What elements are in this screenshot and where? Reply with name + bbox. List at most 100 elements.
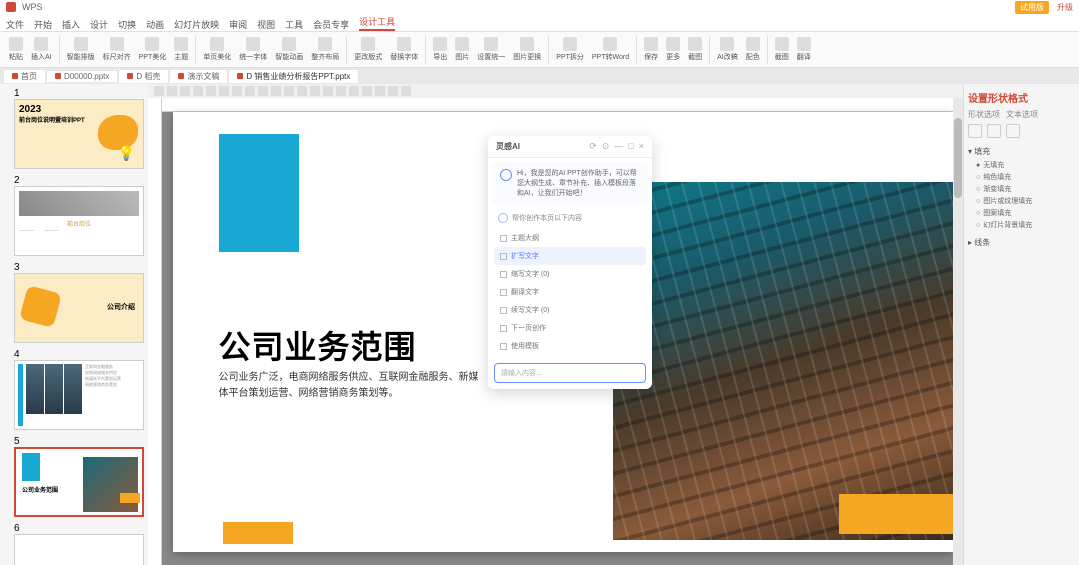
ribbon-tool[interactable]: 整齐布局 bbox=[308, 37, 342, 62]
ribbon-tool[interactable]: AI改稿 bbox=[714, 37, 741, 62]
menu-member[interactable]: 会员专享 bbox=[313, 18, 349, 31]
menu-home[interactable]: 开始 bbox=[34, 18, 52, 31]
qt-icon[interactable] bbox=[167, 86, 177, 96]
qt-icon[interactable] bbox=[271, 86, 281, 96]
ribbon-tool[interactable]: 智能排版 bbox=[64, 37, 98, 62]
qt-icon[interactable] bbox=[349, 86, 359, 96]
tab-pres[interactable]: 演示文稿 bbox=[170, 70, 227, 83]
fill-icon[interactable] bbox=[968, 124, 982, 138]
ribbon-tool[interactable]: 图片 bbox=[452, 37, 472, 62]
ribbon-tool[interactable]: 更多 bbox=[663, 37, 683, 62]
size-icon[interactable] bbox=[1006, 124, 1020, 138]
menu-slideshow[interactable]: 幻灯片放映 bbox=[174, 18, 219, 31]
qt-icon[interactable] bbox=[154, 86, 164, 96]
menu-review[interactable]: 审阅 bbox=[229, 18, 247, 31]
ribbon-tool[interactable]: 统一字体 bbox=[236, 37, 270, 62]
ribbon-tool[interactable]: 智能动画 bbox=[272, 37, 306, 62]
qt-icon[interactable] bbox=[375, 86, 385, 96]
ai-option[interactable]: 缩写文字 (0) bbox=[494, 265, 646, 283]
thumbnail-6[interactable] bbox=[14, 534, 144, 565]
panel-tab-text[interactable]: 文本选项 bbox=[1006, 109, 1038, 120]
qt-icon[interactable] bbox=[206, 86, 216, 96]
qt-icon[interactable] bbox=[284, 86, 294, 96]
effects-icon[interactable] bbox=[987, 124, 1001, 138]
upgrade-link[interactable]: 升级 bbox=[1057, 2, 1073, 13]
slide-title[interactable]: 公司业务范围 bbox=[219, 322, 417, 368]
menu-design[interactable]: 设计 bbox=[90, 18, 108, 31]
fill-option-picture[interactable]: 图片或纹理填充 bbox=[968, 195, 1075, 207]
ribbon-tool[interactable]: 截图 bbox=[685, 37, 705, 62]
ribbon-tool[interactable]: 标尺对齐 bbox=[100, 37, 134, 62]
shape-yellow-rect-1[interactable] bbox=[839, 494, 959, 534]
ribbon-tool[interactable]: 配色 bbox=[743, 37, 763, 62]
ai-option-selected[interactable]: 扩写文字 bbox=[494, 247, 646, 265]
panel-tab-shape[interactable]: 形状选项 bbox=[968, 109, 1000, 120]
qt-icon[interactable] bbox=[180, 86, 190, 96]
qt-icon[interactable] bbox=[258, 86, 268, 96]
qt-icon[interactable] bbox=[297, 86, 307, 96]
thumbnail-2[interactable]: 前台岗位 —————— bbox=[14, 186, 144, 256]
tab-docer[interactable]: D 稻壳 bbox=[119, 70, 168, 83]
qt-icon[interactable] bbox=[232, 86, 242, 96]
menu-transition[interactable]: 切换 bbox=[118, 18, 136, 31]
slide-body-text[interactable]: 公司业务广泛，电商网络服务供应、互联网金融服务、新媒体平台策划运营、网络营销商务… bbox=[219, 370, 479, 402]
ribbon-tool[interactable]: 截图 bbox=[772, 37, 792, 62]
ribbon-tool[interactable]: PPT美化 bbox=[136, 37, 170, 62]
trial-badge[interactable]: 试用版 bbox=[1015, 1, 1049, 14]
ribbon-tool[interactable]: 单页美化 bbox=[200, 37, 234, 62]
ai-minimize-icon[interactable]: — bbox=[614, 141, 623, 152]
ribbon-tool[interactable]: 设置统一 bbox=[474, 37, 508, 62]
ribbon-tool[interactable]: 翻译 bbox=[794, 37, 814, 62]
thumbnail-5[interactable]: 公司业务范围 bbox=[14, 447, 144, 517]
shape-yellow-rect-2[interactable] bbox=[223, 522, 293, 544]
qt-icon[interactable] bbox=[336, 86, 346, 96]
canvas-scrollbar[interactable] bbox=[953, 98, 963, 565]
ribbon-tool[interactable]: 保存 bbox=[641, 37, 661, 62]
ai-option[interactable]: 下一页创作 bbox=[494, 319, 646, 337]
thumbnail-3[interactable]: 公司介绍 bbox=[14, 273, 144, 343]
shape-blue-rect[interactable] bbox=[219, 134, 299, 252]
ai-refresh-icon[interactable]: ⟳ bbox=[589, 141, 597, 152]
tab-active-doc[interactable]: D 销售业绩分析报告PPT.pptx bbox=[229, 70, 358, 83]
ai-maximize-icon[interactable]: □ bbox=[628, 141, 633, 152]
ai-option[interactable]: 翻译文字 bbox=[494, 283, 646, 301]
thumbnail-1[interactable]: 2023 前台岗位说明暨培训PPT 💡 bbox=[14, 99, 144, 169]
section-line[interactable]: ▸ 线条 bbox=[968, 235, 1075, 250]
qt-icon[interactable] bbox=[193, 86, 203, 96]
ribbon-tool[interactable]: 图片更换 bbox=[510, 37, 544, 62]
qt-icon[interactable] bbox=[323, 86, 333, 96]
ai-option[interactable]: 续写文字 (0) bbox=[494, 301, 646, 319]
qt-icon[interactable] bbox=[310, 86, 320, 96]
fill-option-solid[interactable]: 纯色填充 bbox=[968, 171, 1075, 183]
fill-option-gradient[interactable]: 渐变填充 bbox=[968, 183, 1075, 195]
tab-home[interactable]: 首页 bbox=[4, 70, 45, 83]
qt-icon[interactable] bbox=[362, 86, 372, 96]
slide-image-building[interactable] bbox=[613, 182, 953, 540]
ai-input-field[interactable]: 請输入内容... bbox=[494, 363, 646, 383]
ai-option[interactable]: 主题大纲 bbox=[494, 229, 646, 247]
tab-doc[interactable]: D00000.pptx bbox=[47, 71, 117, 82]
qt-icon[interactable] bbox=[388, 86, 398, 96]
qt-icon[interactable] bbox=[245, 86, 255, 96]
qt-icon[interactable] bbox=[219, 86, 229, 96]
ai-settings-icon[interactable]: ⊙ bbox=[602, 141, 610, 152]
ribbon-tool[interactable]: 插入AI bbox=[28, 37, 55, 62]
menu-tools[interactable]: 工具 bbox=[285, 18, 303, 31]
menu-insert[interactable]: 插入 bbox=[62, 18, 80, 31]
ribbon-tool[interactable]: 替换字体 bbox=[387, 37, 421, 62]
ribbon-tool[interactable]: 主题 bbox=[171, 37, 191, 62]
ai-close-icon[interactable]: × bbox=[639, 141, 644, 152]
qt-icon[interactable] bbox=[401, 86, 411, 96]
fill-option-none[interactable]: 无填充 bbox=[968, 159, 1075, 171]
ribbon-tool[interactable]: 粘贴 bbox=[6, 37, 26, 62]
thumbnail-4[interactable]: 互联网金融服务 电商网络服务供应 新媒体平台策划运营 网络营销商务策划 bbox=[14, 360, 144, 430]
section-fill[interactable]: ▾ 填充 bbox=[968, 144, 1075, 159]
menu-file[interactable]: 文件 bbox=[6, 18, 24, 31]
fill-option-pattern[interactable]: 图案填充 bbox=[968, 207, 1075, 219]
ribbon-tool[interactable]: 导出 bbox=[430, 37, 450, 62]
menu-animation[interactable]: 动画 bbox=[146, 18, 164, 31]
ai-option[interactable]: 使用模板 bbox=[494, 337, 646, 355]
ribbon-tool[interactable]: PPT转Word bbox=[589, 37, 632, 62]
fill-option-slidebg[interactable]: 幻灯片背景填充 bbox=[968, 219, 1075, 231]
menu-design-tools[interactable]: 设计工具 bbox=[359, 15, 395, 31]
